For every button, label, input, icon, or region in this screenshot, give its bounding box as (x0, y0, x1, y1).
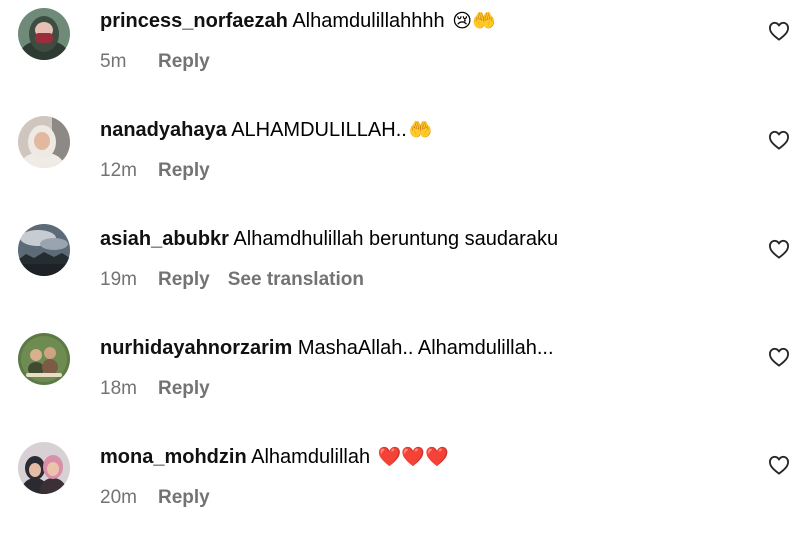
see-translation-button[interactable]: See translation (228, 269, 364, 290)
comment-timestamp: 20m (100, 487, 137, 508)
comment-username[interactable]: asiah_abubkr (100, 228, 229, 250)
comment-emoji: 🤲 (408, 119, 433, 141)
avatar[interactable] (18, 8, 70, 60)
comment-timestamp: 18m (100, 378, 137, 399)
comment-item: asiah_abubkr Alhamdhulillah beruntung sa… (0, 218, 800, 327)
reply-button[interactable]: Reply (158, 160, 210, 181)
comment-text: Alhamdulillah (251, 446, 371, 468)
comment-username[interactable]: mona_mohdzin (100, 446, 247, 468)
comment-username[interactable]: princess_norfaezah (100, 10, 288, 32)
reply-button[interactable]: Reply (158, 487, 210, 508)
reply-button[interactable]: Reply (158, 378, 210, 399)
avatar[interactable] (18, 333, 70, 385)
like-heart-icon[interactable] (768, 455, 790, 475)
avatar[interactable] (18, 224, 70, 276)
comment-username[interactable]: nurhidayahnorzarim (100, 337, 292, 359)
reply-button[interactable]: Reply (158, 269, 210, 290)
comment-emoji: 😢🤲 (452, 10, 496, 32)
comment-text: Alhamdulillahhhh (292, 10, 445, 32)
avatar[interactable] (18, 116, 70, 168)
like-heart-icon[interactable] (768, 347, 790, 367)
comment-timestamp: 5m (100, 51, 127, 72)
like-heart-icon[interactable] (768, 130, 790, 150)
comment-text: ALHAMDULILLAH.. (231, 119, 407, 141)
comment-username[interactable]: nanadyahaya (100, 119, 227, 141)
comment-timestamp: 19m (100, 269, 137, 290)
like-heart-icon[interactable] (768, 239, 790, 259)
comment-emoji: ❤️❤️❤️ (377, 446, 449, 468)
like-heart-icon[interactable] (768, 21, 790, 41)
comment-timestamp: 12m (100, 160, 137, 181)
comment-item: princess_norfaezah Alhamdulillahhhh 😢🤲 5… (0, 0, 800, 109)
comment-text: MashaAllah.. Alhamdulillah... (297, 337, 554, 359)
reply-button[interactable]: Reply (158, 51, 210, 72)
comment-item: nurhidayahnorzarim MashaAllah.. Alhamdul… (0, 327, 800, 436)
comment-text: Alhamdhulillah beruntung saudaraku (233, 228, 559, 250)
avatar[interactable] (18, 442, 70, 494)
comment-item: mona_mohdzin Alhamdulillah ❤️❤️❤️ 20m Rep… (0, 436, 800, 545)
comment-item: nanadyahaya ALHAMDULILLAH.. 🤲 12m Reply (0, 109, 800, 218)
